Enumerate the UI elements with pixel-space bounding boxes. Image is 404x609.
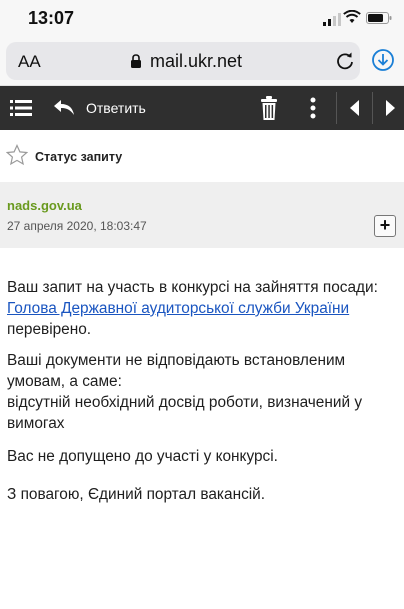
sender-name[interactable]: nads.gov.ua bbox=[7, 198, 82, 213]
subject-row: Статус запиту bbox=[0, 130, 404, 182]
trash-icon[interactable] bbox=[260, 95, 278, 121]
download-icon[interactable] bbox=[372, 49, 394, 71]
paragraph-text: Ваші документи не відповідають встановле… bbox=[7, 352, 346, 390]
reply-icon[interactable] bbox=[53, 98, 75, 116]
url-text[interactable]: mail.ukr.net bbox=[150, 51, 242, 72]
wifi-icon bbox=[343, 10, 361, 23]
toolbar-divider bbox=[372, 92, 373, 124]
paragraph-text: відсутній необхідний досвід роботи, визн… bbox=[7, 394, 363, 432]
message-signature: З повагою, Єдиний портал вакансій. bbox=[7, 486, 266, 503]
address-bar[interactable]: AA mail.ukr.net bbox=[6, 42, 360, 80]
star-icon[interactable] bbox=[6, 144, 28, 166]
browser-address-area: AA mail.ukr.net bbox=[0, 36, 404, 86]
message-subject: Статус запиту bbox=[35, 150, 123, 164]
message-paragraph: Ваші документи не відповідають встановле… bbox=[7, 350, 399, 434]
menu-list-icon[interactable] bbox=[10, 98, 32, 118]
paragraph-text: перевірено. bbox=[7, 321, 92, 338]
reload-icon[interactable] bbox=[335, 51, 355, 71]
text-size-button[interactable]: AA bbox=[18, 52, 41, 72]
message-header: nads.gov.ua 27 апреля 2020, 18:03:47 + bbox=[0, 182, 404, 248]
mail-toolbar: Ответить bbox=[0, 86, 404, 130]
status-time: 13:07 bbox=[28, 8, 75, 28]
lock-icon bbox=[131, 54, 141, 68]
more-vertical-icon[interactable] bbox=[309, 96, 317, 120]
message-body: Ваш запит на участь в конкурсі на зайнят… bbox=[0, 248, 404, 609]
message-paragraph: Вас не допущено до участі у конкурсі. bbox=[7, 448, 278, 465]
cellular-signal-icon bbox=[323, 13, 341, 26]
next-message-icon[interactable] bbox=[385, 100, 395, 116]
message-paragraph: Ваш запит на участь в конкурсі на зайнят… bbox=[7, 277, 399, 340]
position-link[interactable]: Голова Державної аудиторської служби Укр… bbox=[7, 300, 349, 317]
battery-icon bbox=[366, 12, 392, 24]
reply-button[interactable]: Ответить bbox=[86, 100, 146, 116]
previous-message-icon[interactable] bbox=[350, 100, 360, 116]
expand-details-button[interactable]: + bbox=[374, 215, 396, 237]
status-bar: 13:07 bbox=[0, 0, 404, 36]
message-date: 27 апреля 2020, 18:03:47 bbox=[7, 219, 147, 233]
toolbar-divider bbox=[336, 92, 337, 124]
paragraph-text: Ваш запит на участь в конкурсі на зайнят… bbox=[7, 279, 378, 296]
